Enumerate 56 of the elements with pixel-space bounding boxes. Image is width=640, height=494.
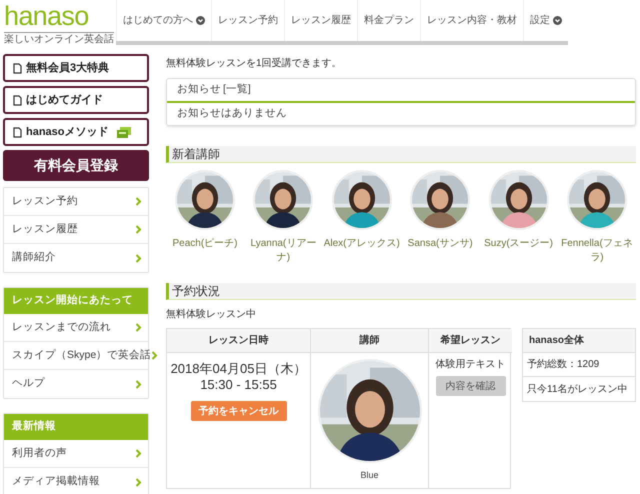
chevron-right-icon [135, 449, 142, 458]
teacher-name[interactable]: Lyanna(リアーナ) [244, 237, 322, 265]
notice-title: お知らせ [177, 82, 221, 98]
section-header: 最新情報 [4, 414, 148, 440]
menu-item[interactable]: レッスンまでの流れ [4, 314, 148, 342]
teacher-name[interactable]: Peach(ピーチ) [172, 237, 238, 251]
teacher-name[interactable]: Fennella(フェネラ) [558, 237, 636, 265]
intro-text: 無料体験レッスンを1回受講できます。 [166, 56, 343, 70]
menu-item[interactable]: 利用者の声 [4, 440, 148, 468]
notice-list-link[interactable]: [一覧] [223, 82, 251, 98]
document-icon [13, 94, 22, 106]
column-header: 講師 [311, 329, 429, 353]
document-icon [13, 126, 22, 138]
details-button[interactable]: 内容を確認 [436, 376, 506, 396]
chevron-right-icon [135, 478, 142, 486]
teacher-name[interactable]: Sansa(サンサ) [408, 237, 473, 251]
summary-title: hanaso全体 [523, 329, 635, 353]
guide-link[interactable]: hanasoメソッド [3, 118, 149, 146]
menu-item[interactable]: メディア掲載情報 [4, 468, 148, 494]
menu-item[interactable]: 講師紹介 [4, 244, 148, 272]
lesson-date: 2018年04月05日（木） [170, 361, 306, 377]
section-header: レッスン開始にあたって [4, 288, 148, 314]
guide-link[interactable]: 無料会員3大特典 [3, 54, 149, 82]
chevron-right-icon [135, 197, 142, 206]
teacher-name[interactable]: Alex(アレックス) [324, 237, 400, 251]
nav-link[interactable]: レッスン履歴 [284, 0, 357, 41]
document-icon [13, 62, 22, 74]
summary-row: 予約総数：1209 [523, 353, 635, 377]
lesson-time: 15:30 - 15:55 [200, 377, 277, 393]
menu-item[interactable]: ヘルプ [4, 370, 148, 398]
chevron-right-icon [151, 351, 158, 360]
tagline: 楽しいオンライン英会話 [4, 32, 114, 46]
column-header: 希望レッスン [429, 329, 512, 353]
summary-row-text: 只今11名がレッスン中 [526, 382, 628, 396]
teacher-name: Blue [360, 469, 378, 482]
menu-item[interactable]: レッスン履歴 [4, 216, 148, 244]
chevron-right-icon [135, 225, 142, 234]
guide-link[interactable]: はじめてガイド [3, 86, 149, 114]
section-heading: 予約状況 [166, 283, 636, 300]
chevron-right-icon [135, 323, 142, 332]
notice-message: お知らせはありません [176, 106, 288, 122]
menu-item[interactable]: スカイプ（Skype）で英会話 [4, 342, 148, 370]
nav-link[interactable]: はじめての方へ [116, 0, 211, 41]
column-header: レッスン日時 [167, 329, 311, 353]
section-heading: 新着講師 [166, 146, 636, 163]
teacher-name[interactable]: Suzy(スージー) [484, 237, 554, 251]
chevron-right-icon [135, 380, 142, 388]
menu-item[interactable]: レッスン予約 [4, 188, 148, 216]
status-text: 無料体験レッスン中 [166, 308, 257, 322]
chevron-right-icon [135, 254, 142, 262]
nav-link[interactable]: レッスン内容・教材 [420, 0, 523, 41]
lesson-material: 体験用テキスト [436, 358, 506, 372]
nav-link[interactable]: レッスン予約 [211, 0, 284, 41]
nav-link[interactable]: 料金プラン [357, 0, 420, 41]
nav-link[interactable]: 設定 [523, 0, 568, 41]
register-button[interactable]: 有料会員登録 [3, 150, 149, 181]
